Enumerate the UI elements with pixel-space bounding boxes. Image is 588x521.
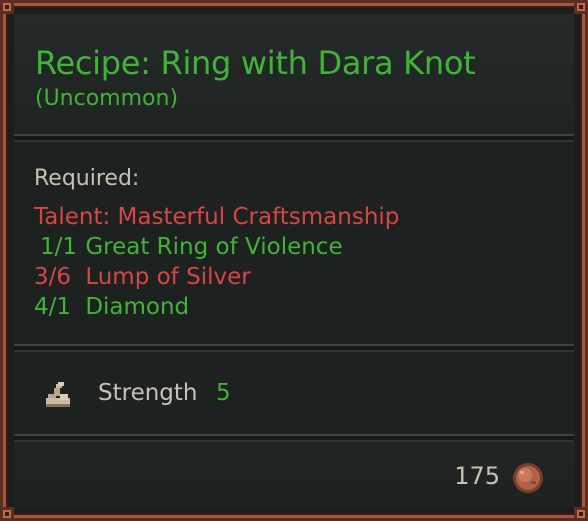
stat-label: Strength [98,380,198,406]
requirement-talent: Talent: Masterful Craftsmanship [34,204,399,230]
requirement-item: 1/1 Great Ring of Violence [34,234,343,260]
requirement-quantity: 3/6 [34,264,72,290]
requirement-item: 4/1 Diamond [34,294,189,320]
section-divider [14,434,574,442]
copper-coin-icon [513,463,543,493]
price-value: 175 [454,462,500,490]
section-divider [14,134,574,142]
flexed-arm-icon [46,382,70,407]
requirement-text: Diamond [85,294,190,320]
requirement-item: 3/6 Lump of Silver [34,264,251,290]
required-label: Required: [34,166,140,191]
item-title: Recipe: Ring with Dara Knot [35,44,476,82]
section-divider [14,344,574,352]
stat-value: 5 [216,380,231,406]
requirement-quantity: 1/1 [40,234,78,260]
requirement-text: Great Ring of Violence [85,234,343,260]
item-rarity: (Uncommon) [35,86,179,111]
requirement-text: Lump of Silver [85,264,251,290]
requirement-quantity: 4/1 [34,294,72,320]
item-tooltip: Recipe: Ring with Dara Knot (Uncommon) R… [0,0,588,521]
requirement-text: Talent: Masterful Craftsmanship [34,204,400,230]
